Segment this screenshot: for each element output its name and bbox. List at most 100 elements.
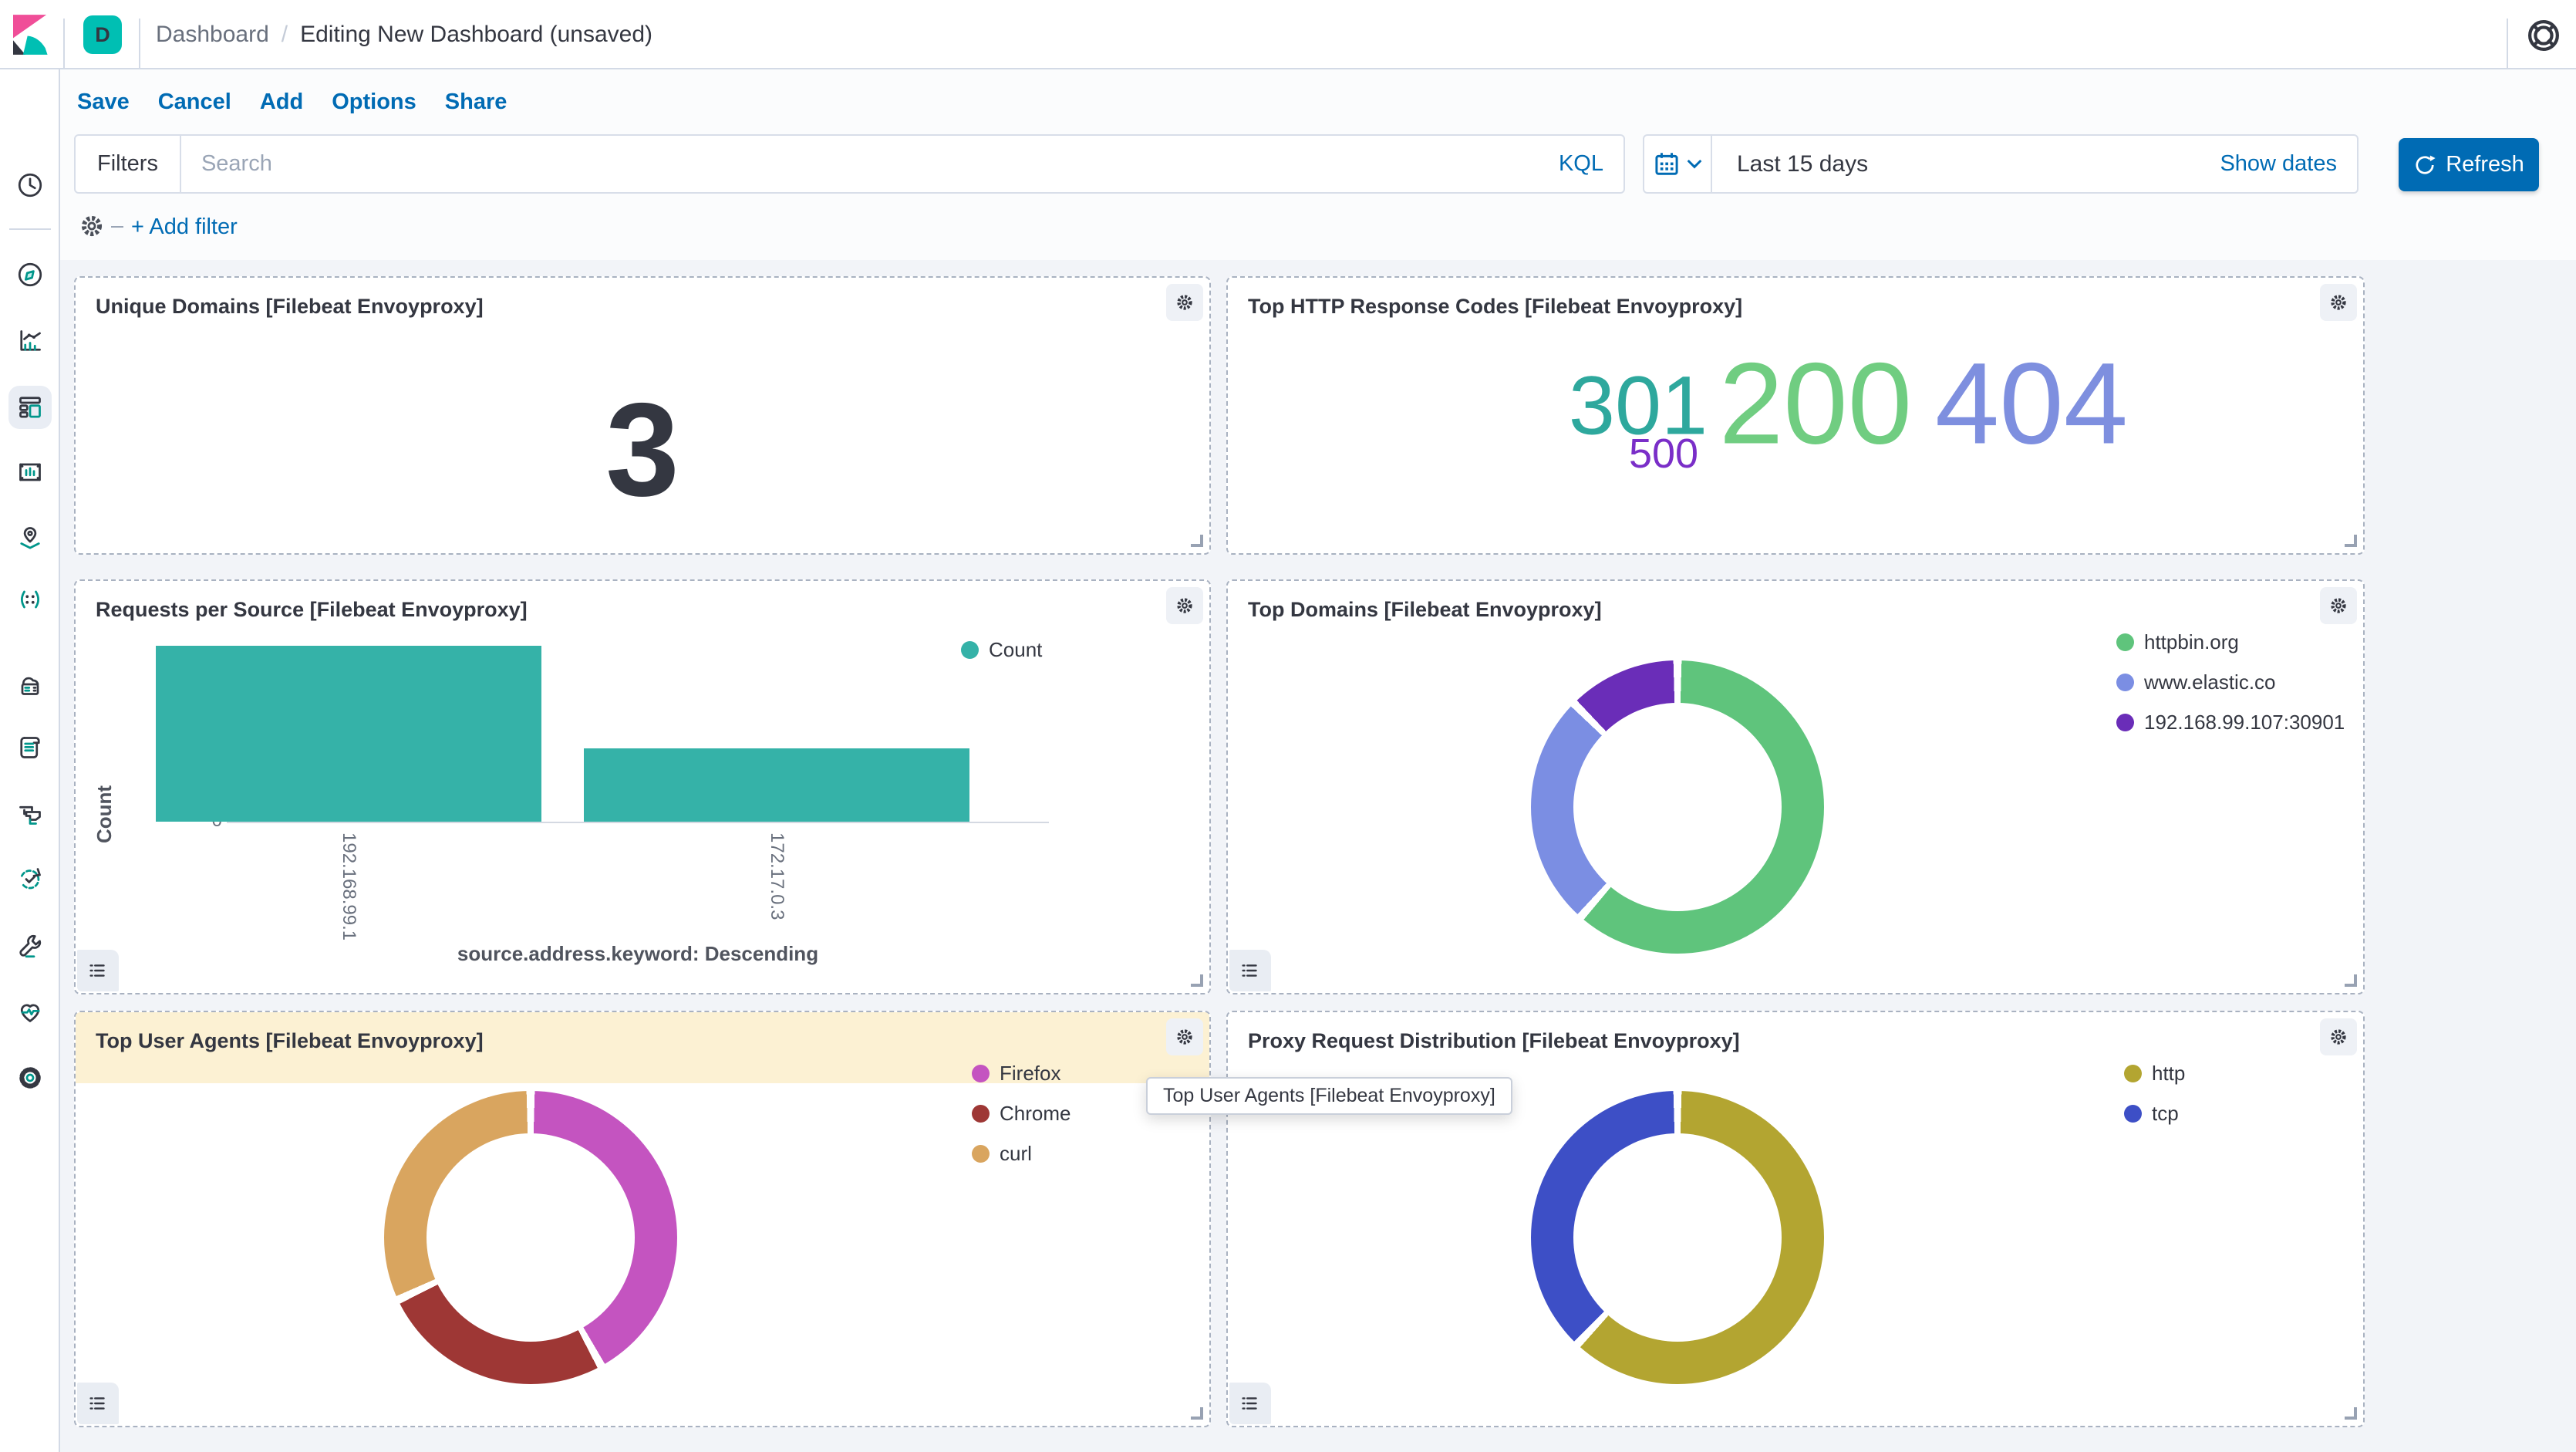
sidebar-item-uptime[interactable]	[8, 858, 52, 901]
x-axis-tick: 172.17.0.3	[766, 832, 787, 920]
calendar-icon[interactable]	[1644, 136, 1712, 192]
donut-chart-visualization[interactable]: Firefox Chrome curl	[76, 1012, 1209, 1426]
machine-learning-icon	[15, 584, 46, 617]
stack-monitoring-icon	[15, 996, 46, 1029]
legend-toggle-icon[interactable]	[1229, 1383, 1271, 1424]
legend-item[interactable]: curl	[972, 1142, 1071, 1166]
panel-title[interactable]: Top Domains [Filebeat Envoyproxy]	[1248, 598, 1602, 622]
legend-label: Firefox	[1000, 1062, 1060, 1086]
dev-tools-icon	[15, 930, 46, 964]
legend-item[interactable]: Firefox	[972, 1062, 1071, 1086]
sidebar-item-metrics[interactable]	[8, 664, 52, 707]
legend-item[interactable]: http	[2124, 1062, 2185, 1086]
panel-requests-per-source[interactable]: Requests per Source [Filebeat Envoyproxy…	[74, 579, 1211, 994]
panel-top-domains[interactable]: Top Domains [Filebeat Envoyproxy] httpbi…	[1226, 579, 2365, 994]
legend-item[interactable]: httpbin.org	[2116, 630, 2345, 654]
bar-chart-visualization[interactable]: Count0510192.168.99.1172.17.0.3source.ad…	[76, 581, 1209, 993]
panel-title[interactable]: Proxy Request Distribution [Filebeat Env…	[1248, 1029, 1740, 1053]
donut-hole	[1573, 1133, 1782, 1342]
panel-proxy-request-distribution[interactable]: Proxy Request Distribution [Filebeat Env…	[1226, 1011, 2365, 1427]
donut-chart-visualization[interactable]: http tcp	[1228, 1012, 2363, 1426]
panel-top-user-agents[interactable]: Top User Agents [Filebeat Envoyproxy] Fi…	[74, 1011, 1211, 1427]
timerange-value[interactable]: Last 15 days	[1737, 151, 1868, 177]
metric-value: 3	[605, 373, 679, 526]
legend-toggle-icon[interactable]	[77, 1383, 119, 1424]
tag-500[interactable]: 500	[1629, 430, 1698, 478]
sidebar-item-recent[interactable]	[8, 164, 52, 208]
legend-item[interactable]: www.elastic.co	[2116, 670, 2345, 694]
space-avatar[interactable]: D	[83, 15, 122, 54]
panel-gear-icon[interactable]	[2320, 587, 2357, 624]
show-dates-button[interactable]: Show dates	[2220, 151, 2337, 177]
search-input[interactable]	[181, 136, 1539, 192]
menu-add-link[interactable]: Add	[260, 89, 303, 115]
bar-192.168.99.1[interactable]	[156, 646, 541, 822]
legend-dot-icon	[972, 1065, 990, 1082]
add-filter-link[interactable]: + Add filter	[131, 214, 238, 240]
legend-label: httpbin.org	[2144, 630, 2239, 654]
menu-save-link[interactable]: Save	[77, 89, 130, 115]
menu-cancel-link[interactable]: Cancel	[158, 89, 231, 115]
help-icon[interactable]	[2524, 15, 2564, 56]
filters-menu-button[interactable]: Filters	[76, 136, 181, 192]
panel-gear-icon[interactable]	[1166, 284, 1203, 321]
menu-options-link[interactable]: Options	[332, 89, 416, 115]
panel-gear-icon[interactable]	[2320, 284, 2357, 321]
legend-toggle-icon[interactable]	[1229, 950, 1271, 991]
resize-handle[interactable]	[2345, 1407, 2357, 1420]
panel-title[interactable]: Unique Domains [Filebeat Envoyproxy]	[96, 295, 484, 319]
resize-handle[interactable]	[2345, 974, 2357, 987]
kql-language-button[interactable]: KQL	[1539, 151, 1623, 177]
sidebar-item-discover[interactable]	[8, 254, 52, 297]
resize-handle[interactable]	[2345, 535, 2357, 547]
legend-dot-icon	[2116, 674, 2134, 691]
sidebar-item-management[interactable]	[8, 1057, 52, 1100]
donut-chart[interactable]	[1531, 660, 1824, 954]
breadcrumb-dashboard-link[interactable]: Dashboard	[156, 22, 269, 48]
legend-item[interactable]: tcp	[2124, 1102, 2185, 1126]
sidebar-item-dev-tools[interactable]	[8, 925, 52, 968]
panel-gear-icon[interactable]	[1166, 587, 1203, 624]
tag-200[interactable]: 200	[1719, 337, 1912, 471]
panel-title[interactable]: Top User Agents [Filebeat Envoyproxy]	[96, 1029, 484, 1053]
x-axis-line	[227, 822, 1049, 823]
panel-unique-domains[interactable]: Unique Domains [Filebeat Envoyproxy] 3	[74, 276, 1211, 555]
sidebar-item-canvas[interactable]	[8, 451, 52, 495]
tag-404[interactable]: 404	[1935, 337, 2128, 471]
sidebar-item-dashboard[interactable]	[8, 386, 52, 429]
tag-cloud-visualization[interactable]: 301500200404	[1228, 278, 2363, 553]
panel-title[interactable]: Requests per Source [Filebeat Envoyproxy…	[96, 598, 528, 622]
resize-handle[interactable]	[1191, 974, 1203, 987]
legend-item[interactable]: Chrome	[972, 1102, 1071, 1126]
sidebar-item-maps[interactable]	[8, 517, 52, 560]
panel-gear-icon[interactable]	[1166, 1018, 1203, 1055]
canvas-icon	[15, 457, 46, 490]
legend-dot-icon	[2116, 714, 2134, 731]
sidebar-item-stack-monitoring[interactable]	[8, 991, 52, 1034]
sidebar-item-visualize[interactable]	[8, 320, 52, 363]
kibana-logo[interactable]	[13, 15, 49, 55]
sidebar-item-machine-learning[interactable]	[8, 579, 52, 622]
query-bar: Filters KQL	[74, 134, 1625, 194]
sidebar-item-logs[interactable]	[8, 727, 52, 770]
sidebar-item-apm[interactable]	[8, 793, 52, 836]
panel-gear-icon[interactable]	[2320, 1018, 2357, 1055]
legend-toggle-icon[interactable]	[77, 950, 119, 991]
bar-172.17.0.3[interactable]	[584, 748, 969, 822]
donut-chart[interactable]	[1531, 1091, 1824, 1384]
resize-handle[interactable]	[1191, 535, 1203, 547]
x-axis-tick: 192.168.99.1	[338, 832, 359, 940]
visualize-icon	[15, 326, 46, 359]
panel-title[interactable]: Top HTTP Response Codes [Filebeat Envoyp…	[1248, 295, 1742, 319]
resize-handle[interactable]	[1191, 1407, 1203, 1420]
donut-chart[interactable]	[384, 1091, 677, 1384]
refresh-button[interactable]: Refresh	[2399, 138, 2539, 191]
legend-dot-icon	[961, 641, 979, 659]
menu-share-link[interactable]: Share	[445, 89, 507, 115]
legend-item[interactable]: Count	[961, 638, 1042, 662]
filter-settings-gear-icon[interactable]	[77, 211, 106, 242]
filter-row: + Add filter	[60, 194, 2576, 260]
donut-chart-visualization[interactable]: httpbin.org www.elastic.co 192.168.99.107:…	[1228, 581, 2363, 993]
panel-top-http-response-codes[interactable]: Top HTTP Response Codes [Filebeat Envoyp…	[1226, 276, 2365, 555]
legend-item[interactable]: 192.168.99.107:30901	[2116, 711, 2345, 734]
